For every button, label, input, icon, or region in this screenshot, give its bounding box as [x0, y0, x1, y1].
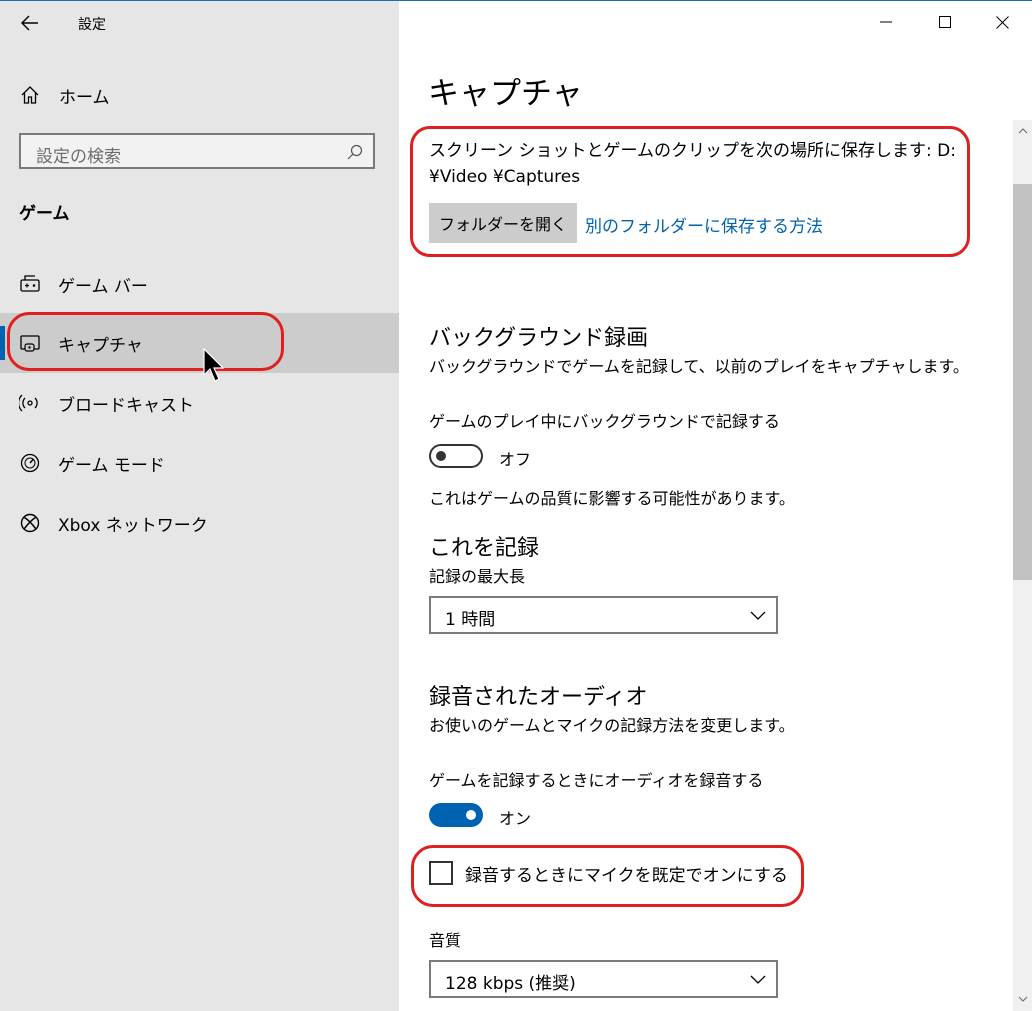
maximize-button[interactable] — [925, 6, 965, 38]
max-length-label: 記録の最大長 — [429, 567, 526, 586]
game-mode-icon — [20, 453, 40, 473]
max-length-select[interactable]: 1 時間 — [429, 596, 778, 634]
chevron-down-icon — [1018, 996, 1027, 1002]
chevron-up-icon — [1018, 128, 1027, 134]
chevron-down-icon — [750, 611, 766, 620]
audio-toggle-state: オン — [499, 809, 532, 828]
close-button[interactable] — [982, 6, 1022, 38]
background-recording-toggle[interactable] — [429, 444, 483, 468]
sidebar-item-game-bar[interactable]: ゲーム バー — [0, 254, 399, 314]
chevron-down-icon — [750, 975, 766, 984]
scrollbar-thumb[interactable] — [1013, 184, 1032, 580]
app-title: 設定 — [78, 17, 106, 33]
annotation-highlight-save-location — [410, 126, 970, 257]
sidebar-item-label: ホーム — [59, 88, 110, 108]
record-heading: これを記録 — [429, 536, 540, 561]
sidebar: 設定 ホーム 設定の検索 ゲーム ゲーム バー キャプチャ ブロードキャスト ゲ… — [0, 1, 399, 1011]
sidebar-item-broadcast[interactable]: ブロードキャスト — [0, 373, 399, 433]
record-audio-toggle[interactable] — [429, 803, 483, 827]
minimize-icon — [880, 21, 892, 23]
audio-toggle-label: ゲームを記録するときにオーディオを録音する — [429, 771, 764, 790]
max-length-value: 1 時間 — [445, 610, 496, 630]
selection-indicator — [0, 326, 5, 360]
broadcast-icon — [19, 394, 38, 412]
audio-description: お使いのゲームとマイクの記録方法を変更します。 — [429, 716, 795, 735]
sidebar-item-label: ブロードキャスト — [58, 396, 194, 416]
sidebar-item-label: ゲーム モード — [58, 456, 165, 476]
toggle-knob — [466, 810, 476, 820]
audio-quality-label: 音質 — [429, 931, 462, 950]
toggle-knob — [436, 451, 446, 461]
back-button[interactable] — [16, 9, 44, 37]
minimize-button[interactable] — [866, 6, 906, 38]
annotation-highlight-mic-checkbox — [411, 845, 804, 907]
background-recording-description: バックグラウンドでゲームを記録して、以前のプレイをキャプチャします。 — [429, 357, 969, 376]
game-bar-icon — [20, 275, 40, 292]
background-toggle-label: ゲームのプレイ中にバックグラウンドで記録する — [429, 412, 780, 431]
page-title: キャプチャ — [428, 76, 583, 112]
search-input[interactable]: 設定の検索 — [19, 133, 375, 169]
maximize-icon — [939, 16, 951, 28]
xbox-icon — [20, 513, 40, 533]
annotation-highlight-capture-item — [7, 312, 284, 371]
sidebar-item-home[interactable]: ホーム — [0, 74, 399, 114]
background-toggle-state: オフ — [499, 450, 532, 469]
search-icon — [347, 144, 363, 160]
sidebar-item-game-mode[interactable]: ゲーム モード — [0, 433, 399, 493]
back-arrow-icon — [21, 15, 38, 31]
search-placeholder: 設定の検索 — [36, 147, 121, 167]
sidebar-item-xbox-network[interactable]: Xbox ネットワーク — [0, 493, 399, 553]
scroll-down-button[interactable] — [1013, 990, 1032, 1008]
section-title: ゲーム — [19, 204, 70, 224]
sidebar-item-label: ゲーム バー — [58, 277, 148, 297]
sidebar-item-label: Xbox ネットワーク — [58, 516, 208, 536]
home-icon — [21, 86, 39, 104]
mouse-cursor-icon — [203, 348, 225, 382]
background-recording-heading: バックグラウンド録画 — [429, 326, 649, 351]
audio-heading: 録音されたオーディオ — [429, 685, 648, 710]
audio-quality-select[interactable]: 128 kbps (推奨) — [429, 960, 778, 998]
close-icon — [995, 15, 1009, 29]
scroll-up-button[interactable] — [1013, 122, 1032, 140]
audio-quality-value: 128 kbps (推奨) — [445, 974, 576, 994]
background-quality-note: これはゲームの品質に影響する可能性があります。 — [429, 489, 795, 508]
